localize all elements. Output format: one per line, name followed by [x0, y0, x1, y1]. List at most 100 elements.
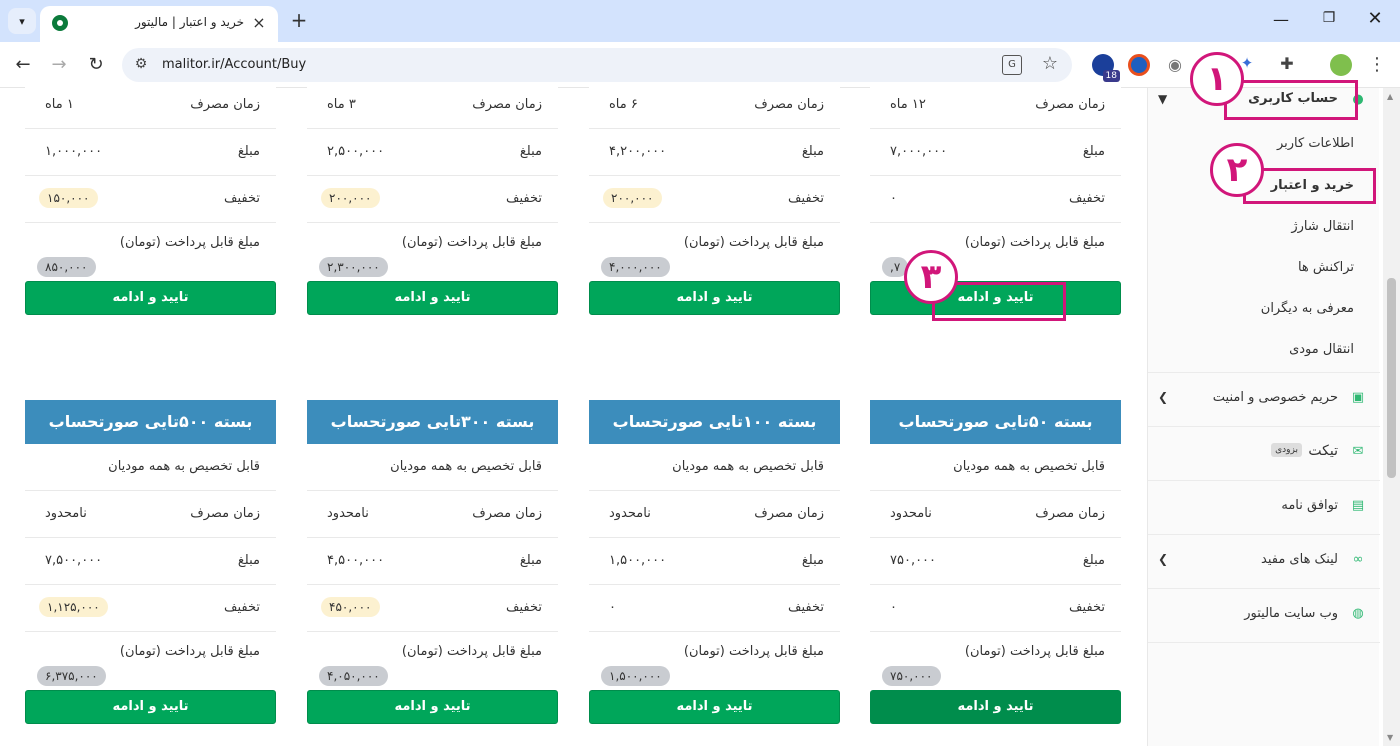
window-close-icon[interactable]: ✕	[1360, 8, 1390, 32]
time-row: زمان مصرف نامحدود	[870, 491, 1121, 538]
bookmark-star-icon[interactable]: ☆	[1042, 53, 1058, 74]
browser-menu-icon[interactable]: ⋮	[1368, 54, 1386, 75]
translate-icon[interactable]: G	[1002, 55, 1022, 75]
new-tab-button[interactable]: +	[286, 8, 312, 34]
sidebar-subitem-taxpayer-transfer[interactable]: انتقال مودی	[1148, 330, 1380, 370]
payable-row: مبلغ قابل پرداخت (تومان) ۴,۰۰۰,۰۰۰	[589, 223, 840, 281]
price-row: مبلغ ۱,۰۰۰,۰۰۰	[25, 129, 276, 176]
sidebar-subitem-charge-transfer[interactable]: انتقال شارژ	[1148, 207, 1380, 247]
discount-row: تخفیف ۲۰۰,۰۰۰	[589, 176, 840, 223]
discount-row: تخفیف ۰	[870, 585, 1121, 632]
tab-close-icon[interactable]: ×	[248, 12, 270, 34]
package-card-100-invoices: بسته ۱۰۰تایی صورتحساب قابل تخصیص به همه …	[589, 400, 840, 724]
time-row: زمان مصرف نامحدود	[25, 491, 276, 538]
address-bar[interactable]: ⚙ malitor.ir/Account/Buy G ☆	[122, 48, 1072, 82]
extension-home-icon[interactable]: 18	[1092, 54, 1120, 82]
price-row: مبلغ ۴,۲۰۰,۰۰۰	[589, 129, 840, 176]
back-arrow-icon[interactable]: ←	[10, 52, 36, 78]
scroll-up-icon[interactable]: ▲	[1387, 92, 1393, 101]
confirm-button[interactable]: تایید و ادامه	[870, 690, 1121, 724]
assign-row: قابل تخصیص به همه مودیان	[25, 444, 276, 491]
step-number-3: ۳	[904, 250, 958, 304]
extension-badge: 18	[1102, 70, 1120, 82]
confirm-button[interactable]: تایید و ادامه	[25, 690, 276, 724]
scroll-down-icon[interactable]: ▼	[1387, 733, 1393, 742]
card-title: بسته ۳۰۰تایی صورتحساب	[307, 400, 558, 444]
package-card-50-invoices: بسته ۵۰تایی صورتحساب قابل تخصیص به همه م…	[870, 400, 1121, 724]
confirm-button[interactable]: تایید و ادامه	[589, 690, 840, 724]
card-title: بسته ۱۰۰تایی صورتحساب	[589, 400, 840, 444]
card-title: بسته ۵۰تایی صورتحساب	[870, 400, 1121, 444]
discount-badge: ۲۰۰,۰۰۰	[603, 188, 662, 208]
time-row: زمان مصرف ۱۲ ماه	[870, 82, 1121, 129]
scroll-thumb[interactable]	[1387, 278, 1396, 478]
browser-tabbar: ▾ خرید و اعتبار | مالیتور × + — ❐ ✕	[0, 0, 1400, 42]
confirm-button[interactable]: تایید و ادامه	[307, 690, 558, 724]
package-card-6-months: زمان مصرف ۶ ماه مبلغ ۴,۲۰۰,۰۰۰ تخفیف ۲۰۰,۰۰…	[589, 82, 840, 315]
discount-badge: ۲۰۰,۰۰۰	[321, 188, 380, 208]
minimize-icon[interactable]: —	[1266, 10, 1296, 32]
price-row: مبلغ ۱,۵۰۰,۰۰۰	[589, 538, 840, 585]
forward-arrow-icon[interactable]: →	[46, 52, 72, 78]
chevron-left-icon: ❯	[1158, 390, 1169, 404]
discount-badge: ۱,۱۲۵,۰۰۰	[39, 597, 108, 617]
payable-badge: ۸۵۰,۰۰۰	[37, 257, 96, 277]
chevron-left-icon: ❯	[1158, 552, 1169, 566]
payable-row: مبلغ قابل پرداخت (تومان) ۴,۰۵۰,۰۰۰	[307, 632, 558, 690]
package-card-500-invoices: بسته ۵۰۰تایی صورتحساب قابل تخصیص به همه …	[25, 400, 276, 724]
tab-title: خرید و اعتبار | مالیتور	[135, 15, 244, 29]
card-title: بسته ۵۰۰تایی صورتحساب	[25, 400, 276, 444]
page-content: زمان مصرف ۱۲ ماه مبلغ ۷,۰۰۰,۰۰۰ تخفیف ۰ مبل…	[0, 82, 1400, 746]
reload-icon[interactable]: ↻	[83, 52, 109, 78]
price-row: مبلغ ۷,۰۰۰,۰۰۰	[870, 129, 1121, 176]
restore-icon[interactable]: ❐	[1318, 10, 1340, 32]
tab-search-chevron-icon[interactable]: ▾	[8, 8, 36, 34]
url-text[interactable]: malitor.ir/Account/Buy	[162, 57, 306, 72]
discount-row: تخفیف ۱,۱۲۵,۰۰۰	[25, 585, 276, 632]
sidebar-subitem-referral[interactable]: معرفی به دیگران	[1148, 289, 1380, 329]
discount-badge: ۴۵۰,۰۰۰	[321, 597, 380, 617]
time-row: زمان مصرف ۳ ماه	[307, 82, 558, 129]
sidebar-item-website[interactable]: ◍ وب سایت مالیتور	[1148, 589, 1380, 642]
document-icon: ▤	[1351, 498, 1365, 513]
soon-badge: بزودی	[1271, 443, 1302, 457]
site-info-icon[interactable]: ⚙	[132, 56, 150, 74]
step-number-1: ۱	[1190, 52, 1244, 106]
payable-badge: ۴,۰۰۰,۰۰۰	[601, 257, 670, 277]
package-card-3-months: زمان مصرف ۳ ماه مبلغ ۲,۵۰۰,۰۰۰ تخفیف ۲۰۰,۰۰…	[307, 82, 558, 315]
time-row: زمان مصرف نامحدود	[589, 491, 840, 538]
browser-tab[interactable]: خرید و اعتبار | مالیتور ×	[40, 6, 278, 42]
extensions-puzzle-icon[interactable]: ✚	[1276, 54, 1298, 76]
highlight-box-account	[1224, 80, 1358, 120]
profile-avatar-icon[interactable]	[1330, 54, 1352, 76]
discount-badge: ۱۵۰,۰۰۰	[39, 188, 98, 208]
assign-row: قابل تخصیص به همه مودیان	[307, 444, 558, 491]
envelope-icon: ✉	[1352, 444, 1364, 459]
globe-icon: ◍	[1352, 606, 1364, 621]
sidebar-subitem-transactions[interactable]: تراکنش ها	[1148, 248, 1380, 288]
confirm-button[interactable]: تایید و ادامه	[589, 281, 840, 315]
discount-row: تخفیف ۰	[589, 585, 840, 632]
extension-compass-icon[interactable]	[1128, 54, 1150, 76]
payable-row: مبلغ قابل پرداخت (تومان) ۶,۳۷۵,۰۰۰	[25, 632, 276, 690]
step-number-2: ۲	[1210, 143, 1264, 197]
payable-badge: ۲,۳۰۰,۰۰۰	[319, 257, 388, 277]
sidebar-item-privacy[interactable]: ▣ حریم خصوصی و امنیت ❯	[1148, 373, 1380, 426]
package-card-1-month: زمان مصرف ۱ ماه مبلغ ۱,۰۰۰,۰۰۰ تخفیف ۱۵۰,۰۰…	[25, 82, 276, 315]
payable-row: مبلغ قابل پرداخت (تومان) ۲,۳۰۰,۰۰۰	[307, 223, 558, 281]
malitor-favicon-icon	[52, 15, 68, 31]
sidebar-item-agreement[interactable]: ▤ توافق نامه	[1148, 481, 1380, 534]
page-scrollbar[interactable]: ▲ ▼	[1383, 88, 1400, 746]
sidebar-item-useful-links[interactable]: ∞ لینک های مفید ❯	[1148, 535, 1380, 588]
sidebar-divider	[1148, 642, 1380, 643]
discount-row: تخفیف ۱۵۰,۰۰۰	[25, 176, 276, 223]
assign-row: قابل تخصیص به همه مودیان	[870, 444, 1121, 491]
confirm-button[interactable]: تایید و ادامه	[307, 281, 558, 315]
discount-row: تخفیف ۴۵۰,۰۰۰	[307, 585, 558, 632]
discount-row: تخفیف ۲۰۰,۰۰۰	[307, 176, 558, 223]
sidebar-subitem-user-info[interactable]: اطلاعات کاربر	[1148, 124, 1380, 164]
confirm-button[interactable]: تایید و ادامه	[25, 281, 276, 315]
glasses-icon: ∞	[1352, 552, 1364, 567]
extension-camera-icon[interactable]: ◉	[1164, 54, 1186, 76]
sidebar-item-ticket[interactable]: ✉ تیکت بزودی	[1148, 427, 1380, 480]
